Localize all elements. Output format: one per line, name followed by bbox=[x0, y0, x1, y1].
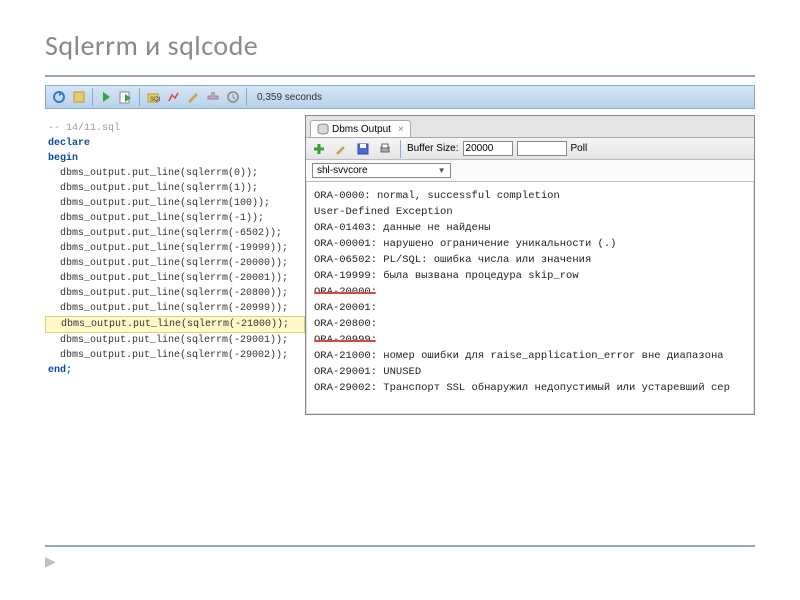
run-icon[interactable] bbox=[97, 88, 115, 106]
buffer-label: Buffer Size: bbox=[407, 143, 459, 154]
tab-strip: Dbms Output × bbox=[306, 116, 754, 138]
output-line: ORA-29001: UNUSED bbox=[314, 364, 746, 380]
output-line: ORA-0000: normal, successful completion bbox=[314, 188, 746, 204]
code-line: dbms_output.put_line(sqlerrm(-20800)); bbox=[45, 286, 305, 301]
output-line: ORA-00001: нарушено ограничение уникальн… bbox=[314, 236, 746, 252]
code-line: dbms_output.put_line(sqlerrm(-1)); bbox=[45, 211, 305, 226]
play-icon: ▶ bbox=[45, 553, 800, 570]
connection-row: shl-svvcore ▼ bbox=[306, 160, 754, 182]
output-line: User-Defined Exception bbox=[314, 204, 746, 220]
output-body: ORA-0000: normal, successful completionU… bbox=[306, 182, 754, 414]
elapsed-time: 0,359 seconds bbox=[257, 92, 322, 103]
title-word-1: Sqlerrm bbox=[45, 28, 145, 63]
code-line: dbms_output.put_line(sqlerrm(-20999)); bbox=[45, 301, 305, 316]
output-line: ORA-20001: bbox=[314, 300, 746, 316]
clear-icon[interactable] bbox=[204, 88, 222, 106]
print-icon[interactable] bbox=[376, 140, 394, 158]
code-line: dbms_output.put_line(sqlerrm(-29002)); bbox=[45, 348, 305, 363]
underline-mark bbox=[314, 340, 376, 342]
underline-mark bbox=[314, 292, 376, 294]
poll-interval-input[interactable] bbox=[517, 141, 567, 156]
tab-label: Dbms Output bbox=[332, 124, 391, 135]
sep bbox=[139, 88, 140, 106]
code-comment: -- 14/11.sql bbox=[45, 121, 305, 136]
add-icon[interactable] bbox=[310, 140, 328, 158]
main-area: -- 14/11.sql declare begin dbms_output.p… bbox=[45, 115, 755, 415]
title-word-3: sqlcode bbox=[161, 28, 258, 63]
footer-divider bbox=[45, 545, 755, 547]
code-editor[interactable]: -- 14/11.sql declare begin dbms_output.p… bbox=[45, 115, 305, 415]
sep bbox=[246, 88, 247, 106]
kw-declare: declare bbox=[45, 136, 305, 151]
worksheet-icon[interactable] bbox=[70, 88, 88, 106]
connection-name: shl-svvcore bbox=[317, 165, 368, 176]
connection-selector[interactable]: shl-svvcore ▼ bbox=[312, 163, 451, 178]
sep bbox=[92, 88, 93, 106]
output-line: ORA-20999: bbox=[314, 332, 746, 348]
save-icon[interactable] bbox=[354, 140, 372, 158]
tab-dbms-output[interactable]: Dbms Output × bbox=[310, 120, 411, 137]
output-line: ORA-29002: Транспорт SSL обнаружил недоп… bbox=[314, 380, 746, 396]
code-line: dbms_output.put_line(sqlerrm(1)); bbox=[45, 181, 305, 196]
code-line: dbms_output.put_line(sqlerrm(-20000)); bbox=[45, 256, 305, 271]
output-line: ORA-20000: bbox=[314, 284, 746, 300]
edit-icon[interactable] bbox=[184, 88, 202, 106]
chevron-down-icon: ▼ bbox=[438, 166, 446, 175]
svg-text:SQL: SQL bbox=[150, 97, 160, 103]
edit-icon[interactable] bbox=[332, 140, 350, 158]
autotrace-icon[interactable] bbox=[164, 88, 182, 106]
output-line: ORA-20800: bbox=[314, 316, 746, 332]
run-script-icon[interactable] bbox=[117, 88, 135, 106]
explain-icon[interactable]: SQL bbox=[144, 88, 162, 106]
poll-label: Poll bbox=[571, 143, 588, 154]
kw-begin: begin bbox=[45, 151, 305, 166]
code-line: dbms_output.put_line(sqlerrm(100)); bbox=[45, 196, 305, 211]
buffer-size-input[interactable] bbox=[463, 141, 513, 156]
kw-end: end; bbox=[45, 363, 305, 378]
code-line: dbms_output.put_line(sqlerrm(-20001)); bbox=[45, 271, 305, 286]
title-divider bbox=[45, 75, 755, 77]
output-line: ORA-01403: данные не найдены bbox=[314, 220, 746, 236]
output-line: ORA-21000: номер ошибки для raise_applic… bbox=[314, 348, 746, 364]
sql-toolbar: SQL 0,359 seconds bbox=[45, 85, 755, 109]
history-icon[interactable] bbox=[224, 88, 242, 106]
title-word-2: и bbox=[145, 28, 161, 63]
dbms-output-pane: Dbms Output × Buffer Size: Poll shl-svvc… bbox=[305, 115, 755, 415]
db-icon bbox=[317, 123, 329, 135]
code-line: dbms_output.put_line(sqlerrm(-21000)); bbox=[45, 316, 305, 333]
output-line: ORA-19999: была вызвана процедура skip_r… bbox=[314, 268, 746, 284]
code-line: dbms_output.put_line(sqlerrm(-29001)); bbox=[45, 333, 305, 348]
code-line: dbms_output.put_line(sqlerrm(0)); bbox=[45, 166, 305, 181]
close-icon[interactable]: × bbox=[398, 124, 404, 135]
slide-title: Sqlerrm и sqlcode bbox=[0, 0, 800, 75]
output-toolbar: Buffer Size: Poll bbox=[306, 138, 754, 160]
refresh-icon[interactable] bbox=[50, 88, 68, 106]
output-line: ORA-06502: PL/SQL: ошибка числа или знач… bbox=[314, 252, 746, 268]
sep bbox=[400, 140, 401, 158]
code-line: dbms_output.put_line(sqlerrm(-6502)); bbox=[45, 226, 305, 241]
code-line: dbms_output.put_line(sqlerrm(-19999)); bbox=[45, 241, 305, 256]
